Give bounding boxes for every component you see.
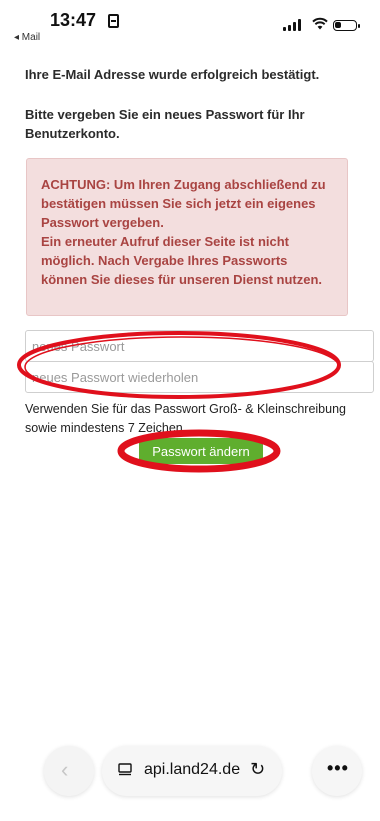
- wifi-icon: [312, 17, 328, 33]
- signal-icon: [283, 19, 305, 31]
- battery-icon: [333, 20, 360, 31]
- tabs-icon: [118, 763, 132, 777]
- notification-icon: [108, 14, 119, 28]
- address-bar[interactable]: api.land24.de ↻: [102, 746, 282, 796]
- reload-icon[interactable]: ↻: [250, 759, 265, 780]
- new-password-input[interactable]: [25, 330, 374, 362]
- back-to-mail-link[interactable]: ◂ Mail: [14, 32, 40, 43]
- main-content: Ihre E-Mail Adresse wurde erfolgreich be…: [25, 66, 355, 143]
- change-password-button[interactable]: Passwort ändern: [139, 438, 263, 464]
- warning-line-1: ACHTUNG: Um Ihren Zugang abschließend zu…: [41, 177, 326, 230]
- repeat-password-input[interactable]: [25, 361, 374, 393]
- confirmation-message: Ihre E-Mail Adresse wurde erfolgreich be…: [25, 67, 320, 82]
- instruction-message: Bitte vergeben Sie ein neues Passwort fü…: [25, 107, 305, 141]
- warning-alert: ACHTUNG: Um Ihren Zugang abschließend zu…: [26, 158, 348, 316]
- browser-toolbar: ‹ api.land24.de ↻ •••: [44, 746, 362, 796]
- status-bar: 13:47 ◂ Mail: [0, 0, 380, 50]
- url-text: api.land24.de: [144, 761, 241, 778]
- browser-back-button[interactable]: ‹: [44, 746, 94, 796]
- chevron-left-icon: ‹: [61, 757, 69, 782]
- more-options-button[interactable]: •••: [312, 746, 362, 796]
- more-icon: •••: [327, 758, 349, 778]
- password-hint: Verwenden Sie für das Passwort Groß- & K…: [25, 402, 346, 435]
- status-time: 13:47: [50, 10, 97, 30]
- warning-line-2: Ein erneuter Aufruf dieser Seite ist nic…: [41, 234, 323, 287]
